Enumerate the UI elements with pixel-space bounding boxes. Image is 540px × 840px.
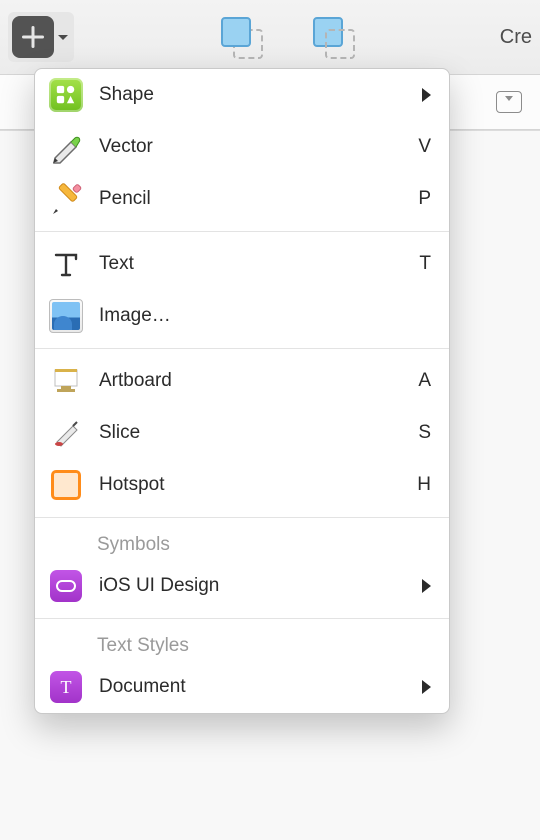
menu-item-shortcut: T [419,253,431,275]
menu-item-hotspot[interactable]: Hotspot H [35,459,449,511]
image-icon [49,299,83,333]
menu-item-document-text-styles[interactable]: T Document [35,661,449,713]
menu-item-shortcut: H [417,474,431,496]
menu-item-shortcut: P [418,188,431,210]
pencil-icon [49,182,83,216]
menu-item-label: Artboard [99,370,402,392]
menu-separator [35,231,449,232]
insert-menu: Shape Vector V Pencil P Text T Image… Ar… [34,68,450,714]
menu-item-label: Shape [99,84,406,106]
symbol-icon [49,569,83,603]
shape-icon [49,78,83,112]
menu-item-label: Document [99,676,406,698]
menu-item-slice[interactable]: Slice S [35,407,449,459]
toolbar-center-group [82,17,492,57]
artboard-icon [49,364,83,398]
menu-item-label: Image… [99,305,431,327]
menu-item-label: iOS UI Design [99,575,406,597]
menu-item-label: Pencil [99,188,402,210]
menu-item-text[interactable]: Text T [35,238,449,290]
menu-item-label: Vector [99,136,402,158]
toolbar: Cre [0,0,540,74]
menu-section-text-styles: Text Styles [35,625,449,661]
plus-icon [12,16,54,58]
menu-separator [35,517,449,518]
menu-item-shortcut: S [418,422,431,444]
menu-item-ios-ui-design[interactable]: iOS UI Design [35,560,449,612]
text-icon [49,247,83,281]
vector-icon [49,130,83,164]
boolean-union-button[interactable] [221,17,261,57]
slice-icon [49,416,83,450]
menu-item-pencil[interactable]: Pencil P [35,173,449,225]
menu-item-label: Slice [99,422,402,444]
menu-item-artboard[interactable]: Artboard A [35,355,449,407]
menu-item-shape[interactable]: Shape [35,69,449,121]
menu-section-symbols: Symbols [35,524,449,560]
hotspot-icon [49,468,83,502]
menu-separator [35,618,449,619]
submenu-arrow-icon [422,680,431,694]
menu-item-label: Text [99,253,403,275]
submenu-arrow-icon [422,88,431,102]
menu-item-label: Hotspot [99,474,401,496]
insert-button[interactable] [8,12,74,62]
toolbar-right-label: Cre [500,26,532,49]
menu-item-shortcut: A [418,370,431,392]
menu-item-vector[interactable]: Vector V [35,121,449,173]
textstyle-icon: T [49,670,83,704]
submenu-arrow-icon [422,579,431,593]
menu-item-image[interactable]: Image… [35,290,449,342]
boolean-subtract-button[interactable] [313,17,353,57]
menu-separator [35,348,449,349]
chevron-down-icon [58,35,68,40]
menu-item-shortcut: V [418,136,431,158]
panel-toggle-button[interactable] [496,91,522,113]
